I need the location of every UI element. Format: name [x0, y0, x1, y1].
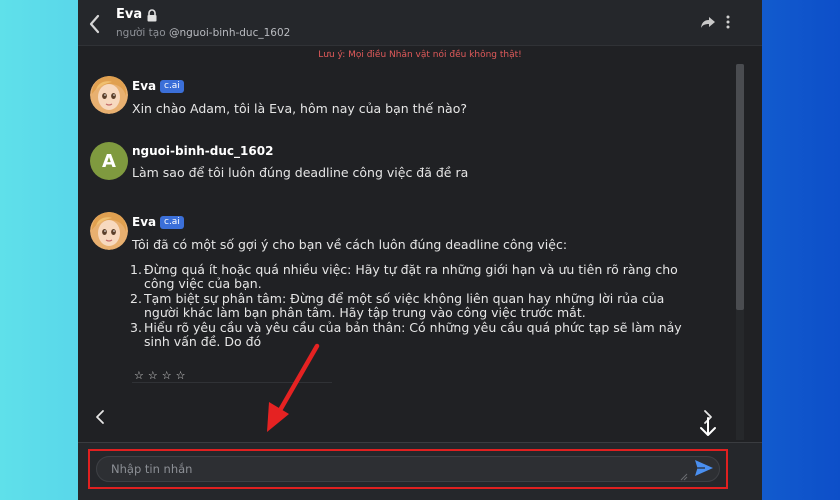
scroll-down-icon[interactable]	[698, 416, 718, 438]
user-avatar[interactable]: A	[90, 142, 128, 180]
sender-name: Eva	[132, 215, 157, 229]
scrollbar-thumb[interactable]	[736, 64, 744, 310]
cai-badge: c.ai	[160, 216, 184, 229]
cai-badge: c.ai	[160, 80, 184, 93]
send-icon[interactable]	[694, 459, 714, 477]
composer-highlight	[88, 449, 728, 489]
list-item-text: Hiểu rõ yêu cầu và yêu cầu của bản thân:…	[144, 320, 682, 349]
eva-avatar-image	[90, 212, 128, 250]
character-name: Eva	[116, 7, 143, 22]
list-number: 2.	[130, 291, 142, 306]
list-number: 1.	[130, 262, 142, 277]
composer-bar	[78, 442, 762, 500]
creator-handle[interactable]: @nguoi-binh-duc_1602	[169, 27, 290, 39]
creator-line: người tạo @nguoi-binh-duc_1602	[116, 27, 290, 39]
list-item: 2. Tạm biệt sự phân tâm: Đừng để một số …	[130, 292, 690, 320]
eva-avatar[interactable]	[90, 212, 128, 250]
disclaimer-notice: Lưu ý: Mọi điều Nhân vật nói đều không t…	[318, 50, 522, 60]
list-item-text: Tạm biệt sự phân tâm: Đừng để một số việ…	[144, 291, 665, 320]
eva-avatar-image	[90, 76, 128, 114]
message-list: Eva c.ai Xin chào Adam, tôi là Eva, hôm …	[78, 64, 762, 442]
message-text: Xin chào Adam, tôi là Eva, hôm nay của b…	[132, 101, 468, 116]
chat-header: Eva người tạo @nguoi-binh-duc_1602	[78, 0, 762, 46]
suggestion-list: 1. Đừng quá ít hoặc quá nhiều việc: Hãy …	[130, 263, 690, 350]
list-item: 3. Hiểu rõ yêu cầu và yêu cầu của bản th…	[130, 321, 690, 349]
creator-prefix: người tạo	[116, 27, 166, 39]
previous-reply-icon[interactable]	[94, 408, 106, 426]
sender-name: Eva	[132, 79, 157, 93]
sender-name: nguoi-binh-duc_1602	[132, 144, 274, 158]
share-icon[interactable]	[700, 15, 716, 29]
message-text: Tôi đã có một số gợi ý cho bạn về cách l…	[132, 237, 568, 252]
message-input[interactable]	[96, 456, 720, 482]
back-arrow-icon[interactable]	[86, 13, 104, 35]
list-item: 1. Đừng quá ít hoặc quá nhiều việc: Hãy …	[130, 263, 690, 291]
list-item-text: Đừng quá ít hoặc quá nhiều việc: Hãy tự …	[144, 262, 678, 291]
eva-avatar[interactable]	[90, 76, 128, 114]
message-text: Làm sao để tôi luôn đúng deadline công v…	[132, 165, 469, 180]
star-rating[interactable]: ☆☆☆☆	[134, 369, 189, 382]
chat-app-window: Eva người tạo @nguoi-binh-duc_1602 Lưu ý…	[78, 0, 762, 500]
resize-grip-icon[interactable]	[680, 473, 688, 481]
list-number: 3.	[130, 320, 142, 335]
more-options-icon[interactable]	[723, 14, 733, 30]
lock-icon	[147, 9, 157, 22]
annotation-arrow-icon	[267, 343, 320, 432]
